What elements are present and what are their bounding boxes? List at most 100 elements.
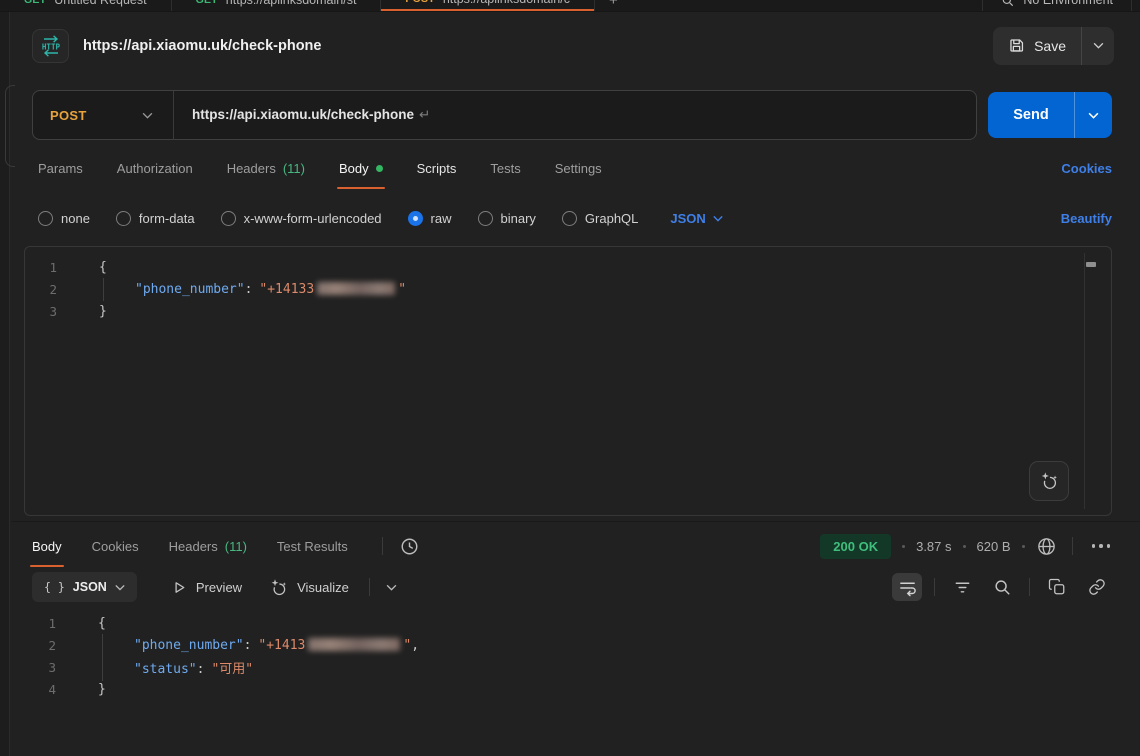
globe-network-icon[interactable]: [1036, 536, 1057, 557]
toolbar-divider: [369, 578, 370, 596]
url-value: https://api.xiaomu.uk/check-phone: [192, 107, 414, 122]
copy-response-button[interactable]: [1042, 573, 1072, 601]
request-tab-3-active[interactable]: POST https://aplinksdomain/c: [381, 0, 594, 12]
pane-resize-divider[interactable]: [11, 516, 1140, 527]
search-response-button[interactable]: [987, 573, 1017, 601]
response-body-viewer[interactable]: 1 { 2 "phone_number":"+1413", 3 "status"…: [11, 612, 1140, 700]
visualize-dropdown-button[interactable]: [386, 584, 397, 591]
send-dropdown-button[interactable]: [1075, 92, 1112, 138]
radio-form-data[interactable]: form-data: [116, 211, 195, 226]
line-number: 1: [24, 616, 72, 631]
headers-count: (11): [283, 161, 305, 176]
request-tab-1[interactable]: GET Untitled Request: [0, 0, 171, 12]
code-line: 1 {: [24, 612, 1140, 634]
svg-text:HTTP: HTTP: [41, 42, 60, 51]
request-header: HTTP https://api.xiaomu.uk/check-phone S…: [11, 12, 1140, 79]
beautify-wand-button[interactable]: [1029, 461, 1069, 501]
response-tab-body-active[interactable]: Body: [32, 539, 62, 554]
radio-circle: [116, 211, 131, 226]
response-time: 3.87 s: [916, 539, 951, 554]
code-line: 4 }: [24, 678, 1140, 700]
environment-selector[interactable]: No Environment: [982, 0, 1131, 12]
search-icon: [1001, 0, 1014, 7]
collapsed-sidebar-rail[interactable]: [0, 12, 10, 756]
response-size: 620 B: [977, 539, 1011, 554]
response-tab-test-results[interactable]: Test Results: [277, 539, 348, 554]
tab-headers[interactable]: Headers(11): [227, 161, 305, 176]
toolbar-divider: [1029, 578, 1030, 596]
preview-button[interactable]: Preview: [171, 579, 242, 596]
meta-divider: [1072, 537, 1073, 555]
link-response-button[interactable]: [1082, 573, 1112, 601]
more-options-button[interactable]: [1088, 544, 1115, 548]
line-number: 4: [24, 682, 72, 697]
radio-circle: [562, 211, 577, 226]
tab-title: https://aplinksdomain/st: [226, 0, 357, 7]
save-dropdown-button[interactable]: [1082, 27, 1114, 65]
tab-method-badge: GET: [24, 0, 46, 6]
chevron-down-icon: [1093, 42, 1104, 49]
code-line: 3 }: [25, 300, 1111, 322]
response-format-dropdown[interactable]: { } JSON: [32, 572, 137, 602]
response-tab-headers[interactable]: Headers(11): [169, 539, 247, 554]
request-tabs: Params Authorization Headers(11) Body Sc…: [11, 140, 1140, 196]
cookies-link[interactable]: Cookies: [1061, 161, 1112, 176]
send-label: Send: [988, 92, 1074, 138]
tab-authorization[interactable]: Authorization: [117, 161, 193, 176]
tab-title: https://aplinksdomain/c: [443, 0, 570, 6]
save-icon: [1008, 37, 1025, 54]
url-input[interactable]: https://api.xiaomu.uk/check-phone↵: [174, 107, 430, 123]
dot-separator: [1022, 545, 1025, 548]
chevron-down-icon: [1088, 112, 1099, 119]
send-button[interactable]: Send: [988, 92, 1112, 138]
scrollbar-thumb[interactable]: [1086, 262, 1096, 267]
strip-end-divider: [1131, 0, 1132, 12]
filter-button[interactable]: [947, 573, 977, 601]
body-modified-dot: [376, 165, 383, 172]
http-request-icon: HTTP: [32, 29, 69, 63]
chevron-down-icon: [115, 584, 125, 591]
radio-circle: [38, 211, 53, 226]
response-toolbar: { } JSON Preview Visualize: [11, 569, 1140, 605]
radio-binary[interactable]: binary: [478, 211, 536, 226]
response-stats: 200 OK 3.87 s 620 B: [820, 534, 1114, 559]
search-icon: [993, 578, 1011, 596]
save-button[interactable]: Save: [993, 27, 1114, 65]
tab-method-badge: POST: [405, 0, 434, 5]
code-line: 3 "status":"可用": [24, 656, 1140, 678]
chevron-down-icon: [142, 112, 153, 119]
filter-icon: [953, 578, 972, 597]
tab-scripts[interactable]: Scripts: [417, 161, 457, 176]
method-selector[interactable]: POST: [33, 108, 173, 123]
tab-body-active[interactable]: Body: [339, 161, 383, 176]
radio-graphql[interactable]: GraphQL: [562, 211, 638, 226]
radio-none[interactable]: none: [38, 211, 90, 226]
word-wrap-button[interactable]: [892, 573, 922, 601]
tab-tests[interactable]: Tests: [490, 161, 520, 176]
editor-scrollbar[interactable]: [1084, 253, 1098, 509]
visualize-button[interactable]: Visualize: [268, 577, 349, 598]
tab-method-badge: GET: [196, 0, 218, 6]
response-tab-cookies[interactable]: Cookies: [92, 539, 139, 554]
request-tab-2[interactable]: GET https://aplinksdomain/st: [172, 0, 381, 12]
radio-urlencoded[interactable]: x-www-form-urlencoded: [221, 211, 382, 226]
response-headers-count: (11): [225, 539, 247, 554]
json-braces-icon: { }: [44, 580, 65, 594]
radio-raw-selected[interactable]: raw: [408, 211, 452, 226]
tab-params[interactable]: Params: [38, 161, 83, 176]
url-bar: POST https://api.xiaomu.uk/check-phone↵: [32, 90, 977, 140]
response-history-icon[interactable]: [399, 536, 420, 557]
chevron-down-icon: [713, 215, 723, 222]
url-row: POST https://api.xiaomu.uk/check-phone↵ …: [11, 79, 1140, 140]
new-tab-button[interactable]: +: [595, 0, 632, 9]
magic-wand-icon: [268, 577, 289, 598]
language-selector[interactable]: JSON: [670, 211, 722, 226]
magic-wand-icon: [1038, 470, 1060, 492]
request-body-editor[interactable]: 1 { 2 "phone_number":"+14133" 3 }: [24, 246, 1112, 516]
beautify-link[interactable]: Beautify: [1061, 211, 1112, 226]
radio-circle: [408, 211, 423, 226]
line-number: 2: [25, 282, 73, 297]
tab-settings[interactable]: Settings: [555, 161, 602, 176]
language-label: JSON: [670, 211, 705, 226]
toolbar-divider: [934, 578, 935, 596]
